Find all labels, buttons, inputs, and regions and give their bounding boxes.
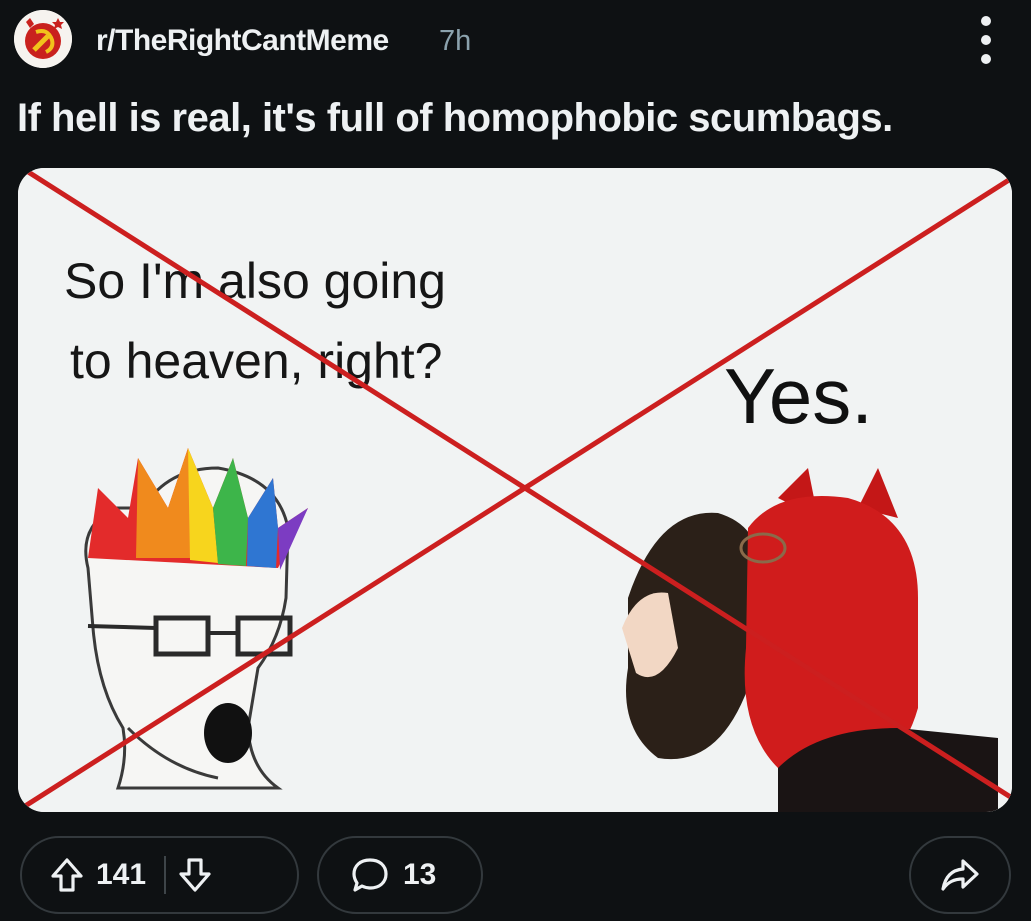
share-arrow-icon (941, 859, 979, 891)
comment-count: 13 (403, 858, 437, 891)
vote-divider (164, 856, 167, 894)
upvote-arrow-icon (51, 858, 83, 892)
upvote-button[interactable] (44, 852, 90, 898)
comment-bubble-icon (351, 857, 389, 893)
more-options-button[interactable] (973, 16, 999, 64)
post-age: 7h (439, 25, 472, 57)
vote-count: 141 (96, 858, 147, 891)
post-action-bar: 141 13 (20, 836, 1011, 914)
hammer-sickle-avatar-icon (14, 10, 72, 68)
subreddit-name[interactable]: r/TheRightCantMeme (96, 24, 389, 58)
downvote-arrow-icon (179, 858, 211, 892)
meme-left-text-line2: to heaven, right? (70, 333, 443, 389)
downvote-button[interactable] (172, 852, 218, 898)
meme-left-text-line1: So I'm also going (64, 253, 446, 309)
share-button[interactable] (909, 836, 1011, 914)
post-image[interactable]: So I'm also going to heaven, right? Yes. (18, 168, 1012, 812)
meme-image: So I'm also going to heaven, right? Yes. (18, 168, 1012, 812)
post-header: r/TheRightCantMeme 7h (14, 10, 1017, 68)
subreddit-avatar[interactable] (14, 10, 72, 68)
post-title[interactable]: If hell is real, it's full of homophobic… (17, 96, 893, 141)
meme-right-text: Yes. (724, 352, 873, 440)
vote-control: 141 (20, 836, 299, 914)
comments-button[interactable]: 13 (317, 836, 483, 914)
more-vertical-icon (981, 16, 991, 26)
